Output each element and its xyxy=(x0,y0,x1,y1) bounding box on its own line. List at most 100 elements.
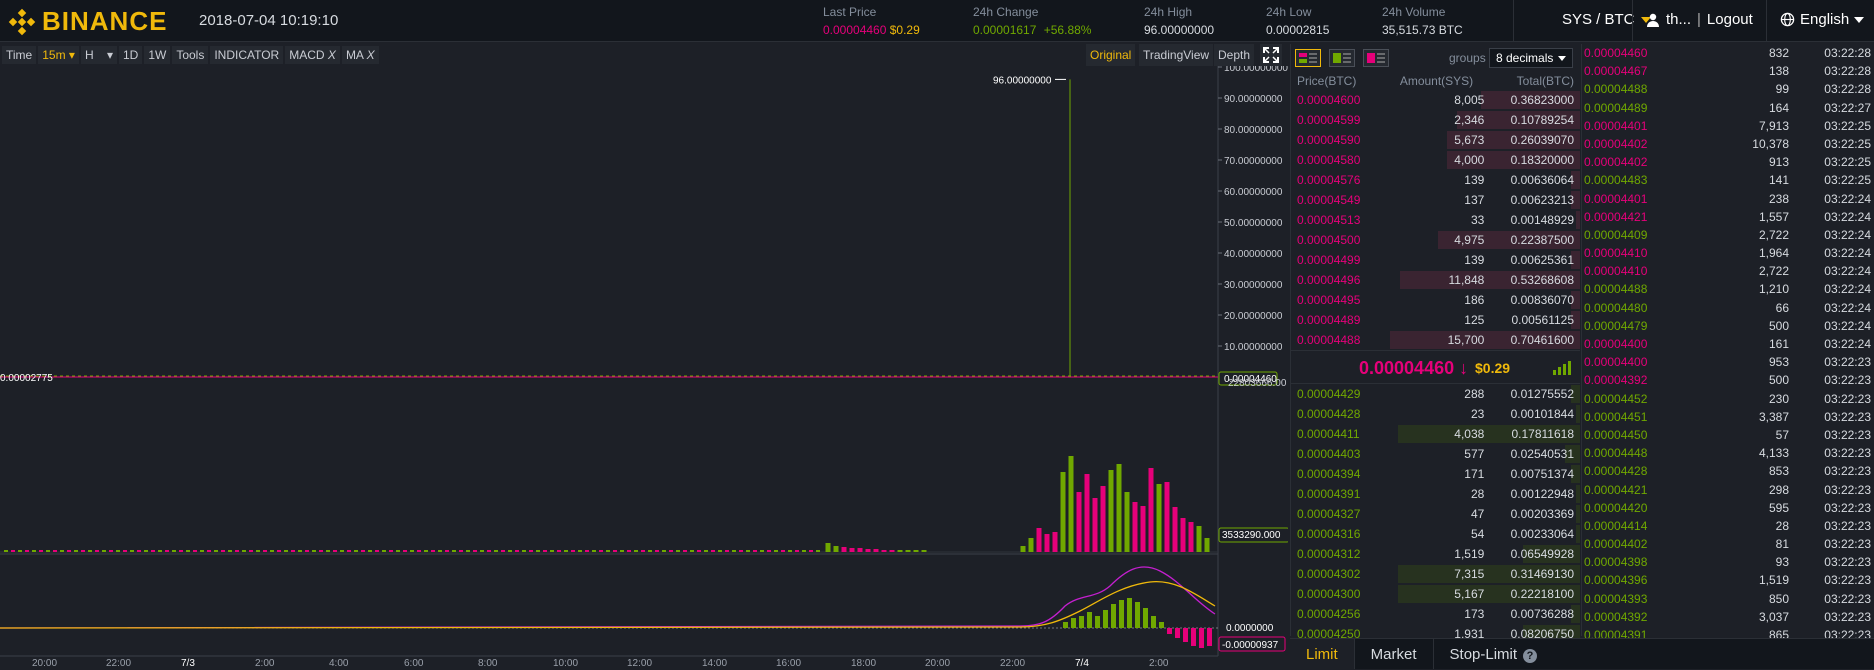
ask-row[interactable]: 0.00004513 33 0.00148929 xyxy=(1291,210,1580,230)
brand-name: BINANCE xyxy=(42,6,168,36)
order-price: 0.00004300 xyxy=(1297,587,1361,601)
view-original[interactable]: Original xyxy=(1086,44,1136,66)
order-total: 0.00122948 xyxy=(1510,487,1574,501)
tab-stop-limit[interactable]: Stop-Limit? xyxy=(1434,639,1554,669)
orderbook-view-bids-icon[interactable] xyxy=(1329,49,1355,67)
change-percent: +56.88% xyxy=(1043,23,1092,37)
pair-selector[interactable]: SYS / BTC xyxy=(1562,11,1651,28)
tool-interval-h[interactable]: H ▾ xyxy=(80,46,117,64)
ask-row[interactable]: 0.00004488 15,700 0.70461600 xyxy=(1291,330,1580,350)
tab-market[interactable]: Market xyxy=(1355,639,1434,669)
macd-bar xyxy=(1111,604,1116,628)
tool-time[interactable]: Time xyxy=(2,46,37,64)
indicator-ma[interactable]: MA X xyxy=(341,46,379,64)
order-price: 0.00004488 xyxy=(1297,333,1361,347)
volume-bar xyxy=(802,550,806,552)
time-tick-label: 6:00 xyxy=(404,658,424,669)
macd-bar xyxy=(1071,618,1076,628)
ask-row[interactable]: 0.00004495 186 0.00836070 xyxy=(1291,290,1580,310)
order-amount: 139 xyxy=(1464,173,1485,187)
trade-time: 03:22:23 xyxy=(1824,409,1871,424)
volume-bar xyxy=(130,550,134,552)
volume-bar xyxy=(833,546,839,552)
bid-row[interactable]: 0.00004327 47 0.00203369 xyxy=(1291,504,1580,524)
trade-time: 03:22:23 xyxy=(1824,355,1871,370)
close-icon[interactable]: X xyxy=(367,48,375,62)
volume-bar xyxy=(501,550,505,552)
trade-amount: 500 xyxy=(1768,318,1789,333)
trade-time: 03:22:28 xyxy=(1824,46,1871,60)
logout-link[interactable]: Logout xyxy=(1707,11,1753,28)
bid-row[interactable]: 0.00004312 1,519 0.06549928 xyxy=(1291,544,1580,564)
tool-tools[interactable]: Tools xyxy=(172,46,209,64)
ask-row[interactable]: 0.00004600 8,005 0.36823000 xyxy=(1291,90,1580,110)
volume-bar xyxy=(403,550,407,552)
bid-row[interactable]: 0.00004394 171 0.00751374 xyxy=(1291,464,1580,484)
bid-row[interactable]: 0.00004256 173 0.00736288 xyxy=(1291,604,1580,624)
trade-amount: 953 xyxy=(1768,355,1789,370)
user-icon xyxy=(1647,13,1659,27)
binance-diamond-icon xyxy=(8,8,36,35)
volume-bar xyxy=(361,550,365,552)
view-depth[interactable]: Depth xyxy=(1214,44,1255,66)
ask-row[interactable]: 0.00004496 11,848 0.53268608 xyxy=(1291,270,1580,290)
ask-row[interactable]: 0.00004590 5,673 0.26039070 xyxy=(1291,130,1580,150)
ask-row[interactable]: 0.00004500 4,975 0.22387500 xyxy=(1291,230,1580,250)
trade-price: 0.00004452 xyxy=(1584,391,1648,406)
order-price: 0.00004500 xyxy=(1297,233,1361,247)
macd-bar xyxy=(1143,608,1148,628)
view-tradingview[interactable]: TradingView xyxy=(1139,44,1214,66)
bid-row[interactable]: 0.00004428 23 0.00101844 xyxy=(1291,404,1580,424)
groups-select[interactable]: 8 decimals xyxy=(1489,48,1573,68)
order-price: 0.00004394 xyxy=(1297,467,1361,481)
time-tick-label: 12:00 xyxy=(627,658,652,669)
trade-row: 0.00004402 10,378 03:22:25 xyxy=(1582,135,1874,153)
bid-row[interactable]: 0.00004429 288 0.01275552 xyxy=(1291,384,1580,404)
order-amount: 173 xyxy=(1464,607,1485,621)
tool-interval-1d[interactable]: 1D xyxy=(118,46,143,64)
ask-row[interactable]: 0.00004580 4,000 0.18320000 xyxy=(1291,150,1580,170)
ask-row[interactable]: 0.00004499 139 0.00625361 xyxy=(1291,250,1580,270)
volume-bar xyxy=(641,550,645,552)
trade-row: 0.00004467 138 03:22:28 xyxy=(1582,62,1874,80)
tool-interval-15m[interactable]: 15m ▾ xyxy=(38,46,79,64)
language-selector[interactable]: English xyxy=(1780,11,1865,28)
stat-24h-change: 24h Change 0.00001617 +56.88% xyxy=(973,5,1092,37)
trade-row: 0.00004410 1,964 03:22:24 xyxy=(1582,244,1874,262)
indicator-macd[interactable]: MACD X xyxy=(285,46,340,64)
trade-row: 0.00004479 500 03:22:24 xyxy=(1582,317,1874,335)
bid-row[interactable]: 0.00004316 54 0.00233064 xyxy=(1291,524,1580,544)
help-icon[interactable]: ? xyxy=(1523,649,1538,663)
price-chart[interactable]: 100.00000000 90.00000000 80.00000000 70.000… xyxy=(0,66,1288,669)
trade-amount: 913 xyxy=(1768,155,1789,170)
orderbook-view-asks-icon[interactable] xyxy=(1363,49,1389,67)
bid-row[interactable]: 0.00004403 577 0.02540531 xyxy=(1291,444,1580,464)
binance-logo[interactable]: BINANCE xyxy=(8,6,167,37)
trade-amount: 138 xyxy=(1768,64,1789,79)
bid-row[interactable]: 0.00004391 28 0.00122948 xyxy=(1291,484,1580,504)
close-icon[interactable]: X xyxy=(328,48,336,62)
bid-row[interactable]: 0.00004302 7,315 0.31469130 xyxy=(1291,564,1580,584)
volume-bar xyxy=(1076,492,1082,552)
orderbook-last-price: 0.00004460 ↓ $0.29 xyxy=(1291,350,1580,384)
trade-price: 0.00004420 xyxy=(1584,500,1648,515)
ask-row[interactable]: 0.00004576 139 0.00636064 xyxy=(1291,170,1580,190)
ask-row[interactable]: 0.00004549 137 0.00623213 xyxy=(1291,190,1580,210)
bid-row[interactable]: 0.00004411 4,038 0.17811618 xyxy=(1291,424,1580,444)
volume-bar xyxy=(725,550,729,552)
ask-row[interactable]: 0.00004489 125 0.00561125 xyxy=(1291,310,1580,330)
volume-bar xyxy=(1156,484,1162,552)
orderbook-view-both-icon[interactable] xyxy=(1295,49,1321,67)
macd-bar xyxy=(1183,628,1188,642)
user-menu[interactable]: th... | Logout xyxy=(1646,11,1753,28)
tool-indicator[interactable]: INDICATOR xyxy=(210,46,284,64)
bid-row[interactable]: 0.00004300 5,167 0.22218100 xyxy=(1291,584,1580,604)
volume-bar xyxy=(865,549,871,552)
chart-canvas[interactable]: 100.00000000 90.00000000 80.00000000 70.000… xyxy=(0,66,1288,669)
fullscreen-button[interactable] xyxy=(1260,44,1282,66)
ask-row[interactable]: 0.00004599 2,346 0.10789254 xyxy=(1291,110,1580,130)
volume-bar xyxy=(889,550,895,552)
tool-interval-1w[interactable]: 1W xyxy=(144,46,171,64)
volume-bar xyxy=(32,550,36,552)
tab-limit[interactable]: Limit xyxy=(1290,639,1355,669)
